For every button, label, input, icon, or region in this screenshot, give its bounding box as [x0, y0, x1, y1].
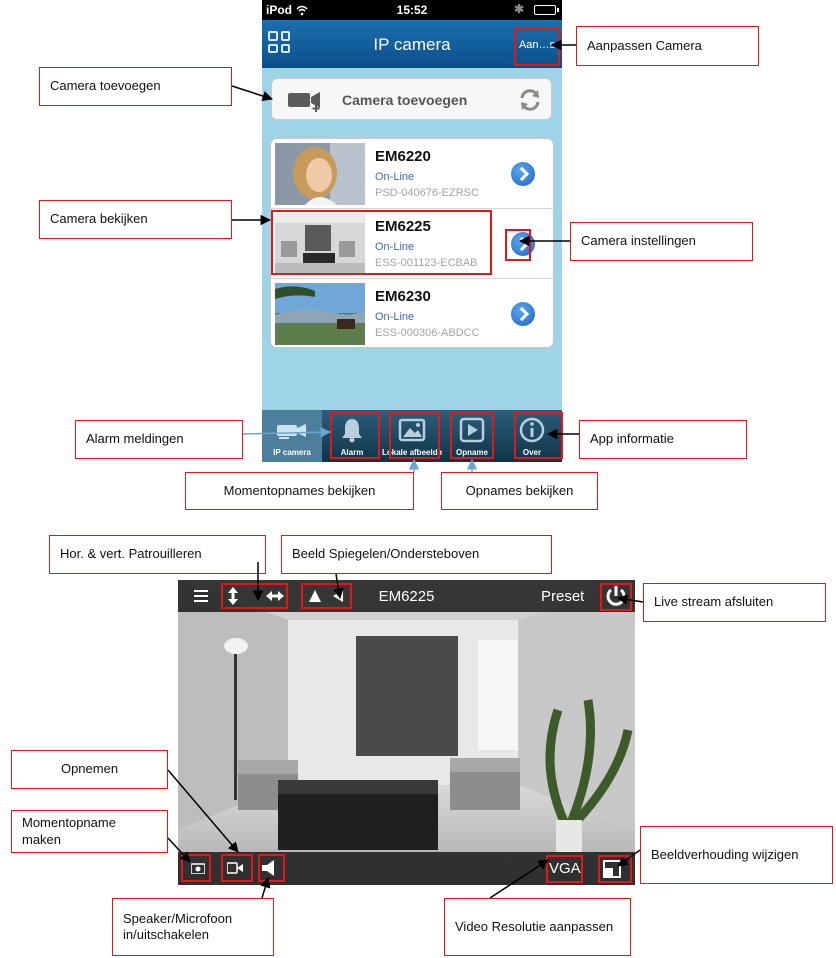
highlight-exit	[600, 583, 632, 611]
callout-momentopnames-bekijken: Momentopnames bekijken	[185, 472, 414, 510]
camera-name: EM6230	[375, 288, 431, 305]
highlight-speaker	[258, 854, 285, 882]
highlight-record	[221, 854, 253, 882]
live-stream-screen: EM6225 Preset VGA	[178, 580, 635, 885]
highlight-resolution	[546, 855, 583, 883]
camera-row-em6230[interactable]: EM6230 On-Line ESS-000306-ABDCC	[271, 279, 553, 347]
callout-opnemen: Opnemen	[11, 750, 168, 789]
highlight-patrol	[221, 583, 288, 609]
callout-opnames-bekijken: Opnames bekijken	[441, 472, 598, 510]
highlight-edit-camera	[514, 28, 560, 66]
callout-beeldverhouding: Beeldverhouding wijzigen	[640, 826, 833, 884]
highlight-snapshot	[181, 854, 211, 882]
highlight-mirror	[301, 583, 352, 609]
add-camera-bar[interactable]: Camera toevoegen	[271, 78, 552, 120]
camera-video-feed	[178, 580, 635, 885]
callout-momentopname-maken: Momentopname maken	[11, 810, 168, 853]
callout-resolutie: Video Resolutie aanpassen	[444, 898, 631, 956]
highlight-aspect	[598, 855, 632, 883]
camera-row-em6220[interactable]: EM6220 On-Line PSD-040676-EZRSC	[271, 139, 553, 209]
add-camera-icon	[288, 92, 320, 112]
camera-status: On-Line	[375, 171, 415, 183]
callout-camera-instellingen: Camera instellingen	[570, 222, 753, 261]
callout-aanpassen-camera: Aanpassen Camera	[576, 26, 759, 66]
camera-id: ESS-000306-ABDCC	[375, 327, 480, 339]
callout-alarm-meldingen: Alarm meldingen	[75, 420, 243, 459]
camera-status: On-Line	[375, 311, 415, 323]
callout-speaker: Speaker/Microfoon in/uitschakelen	[112, 898, 274, 956]
highlight-camera-view	[271, 210, 492, 275]
camera-thumbnail	[275, 283, 365, 345]
highlight-images-tab	[389, 412, 440, 459]
camera-id: PSD-040676-EZRSC	[375, 187, 479, 199]
highlight-camera-settings	[505, 229, 531, 261]
chevron-right-icon[interactable]	[511, 302, 535, 326]
camera-thumbnail	[275, 143, 365, 205]
camera-icon	[277, 424, 306, 439]
callout-patrouilleren: Hor. & vert. Patrouilleren	[49, 535, 266, 574]
callout-app-informatie: App informatie	[579, 420, 747, 459]
callout-camera-bekijken: Camera bekijken	[39, 200, 232, 239]
battery-icon	[534, 5, 559, 15]
callout-spiegelen: Beeld Spiegelen/Ondersteboven	[281, 535, 552, 574]
preset-button[interactable]: Preset	[541, 588, 584, 605]
highlight-alarm-tab	[330, 412, 380, 459]
callout-live-afsluiten: Live stream afsluiten	[643, 583, 826, 622]
refresh-icon[interactable]	[517, 87, 543, 113]
add-camera-label: Camera toevoegen	[342, 92, 468, 108]
tab-ip-camera[interactable]: IP camera	[262, 410, 322, 462]
chevron-right-icon[interactable]	[511, 162, 535, 186]
highlight-recordings-tab	[450, 412, 494, 459]
highlight-about-tab	[514, 412, 563, 459]
camera-name: EM6220	[375, 148, 431, 165]
bluetooth-icon: ✱	[513, 2, 524, 16]
status-bar: iPod 15:52 ✱	[262, 0, 562, 20]
tab-label: IP camera	[273, 448, 311, 457]
callout-camera-toevoegen: Camera toevoegen	[39, 67, 232, 106]
